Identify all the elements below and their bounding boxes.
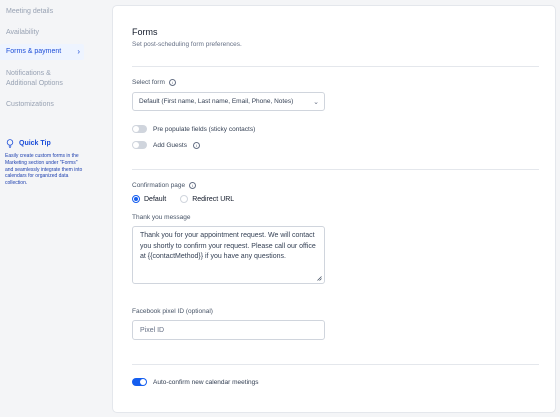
info-icon[interactable]: i (189, 182, 197, 189)
select-form-label-text: Select form (132, 79, 165, 86)
auto-confirm-toggle[interactable] (132, 378, 147, 386)
radio-default-dot[interactable] (132, 195, 140, 203)
info-icon[interactable]: i (192, 141, 200, 149)
forms-settings-card: Forms Set post-scheduling form preferenc… (112, 5, 556, 413)
prepopulate-toggle[interactable] (132, 125, 147, 133)
resize-handle-icon[interactable] (317, 276, 322, 281)
divider (132, 169, 539, 170)
chevron-down-icon: ⌄ (313, 98, 319, 106)
select-form-dropdown[interactable]: Default (First name, Last name, Email, P… (132, 92, 325, 111)
select-form-label: Select form i (132, 79, 176, 86)
add-guests-label: Add Guests (153, 141, 187, 149)
settings-sidebar: Meeting details Availability Forms & pay… (0, 0, 90, 417)
auto-confirm-label: Auto-confirm new calendar meetings (153, 378, 259, 386)
auto-confirm-row: Auto-confirm new calendar meetings (132, 378, 259, 386)
radio-default-label: Default (144, 195, 167, 203)
sidebar-item-label: Notifications & (6, 70, 51, 77)
thank-you-text: Thank you for your appointment request. … (140, 232, 316, 260)
sidebar-item-label: Additional Options (6, 80, 63, 87)
section-title: Forms (132, 27, 158, 37)
info-icon[interactable]: i (168, 79, 176, 86)
prepopulate-label: Pre populate fields (sticky contacts) (153, 125, 256, 133)
pixel-id-label: Facebook pixel ID (optional) (132, 308, 213, 315)
quick-tip-title: Quick Tip (19, 140, 51, 147)
sidebar-item-availability[interactable]: Availability (0, 28, 84, 38)
add-guests-toggle[interactable] (132, 141, 147, 149)
add-guests-row: Add Guests i (132, 141, 200, 149)
radio-redirect-dot[interactable] (180, 195, 189, 203)
divider (132, 364, 539, 365)
prepopulate-row: Pre populate fields (sticky contacts) (132, 125, 255, 133)
radio-redirect-url[interactable]: Redirect URL (180, 195, 234, 203)
confirmation-page-label: Confirmation page i (132, 182, 197, 189)
section-subtitle: Set post-scheduling form preferences. (132, 41, 242, 48)
quick-tip-text: Easily create custom forms in the Market… (5, 153, 83, 187)
pixel-id-input[interactable]: Pixel ID (132, 320, 325, 340)
thank-you-label: Thank you message (132, 214, 191, 221)
lightbulb-icon (6, 139, 14, 148)
sidebar-item-customizations[interactable]: Customizations (0, 100, 84, 110)
sidebar-item-label: Forms & payment (6, 48, 62, 55)
confirmation-page-label-text: Confirmation page (132, 182, 186, 189)
sidebar-item-meeting-details[interactable]: Meeting details (0, 7, 84, 17)
confirmation-radio-group: Default Redirect URL (132, 195, 234, 203)
divider (132, 66, 539, 67)
chevron-right-icon: › (77, 47, 80, 56)
sidebar-item-forms-payment[interactable]: Forms & payment › (0, 44, 84, 60)
radio-redirect-label: Redirect URL (192, 195, 235, 203)
select-form-value: Default (First name, Last name, Email, P… (139, 98, 294, 105)
quick-tip-heading: Quick Tip (6, 139, 51, 148)
thank-you-textarea[interactable]: Thank you for your appointment request. … (132, 226, 325, 284)
sidebar-item-notifications[interactable]: Notifications & Additional Options (0, 69, 84, 89)
radio-default[interactable]: Default (132, 195, 166, 203)
